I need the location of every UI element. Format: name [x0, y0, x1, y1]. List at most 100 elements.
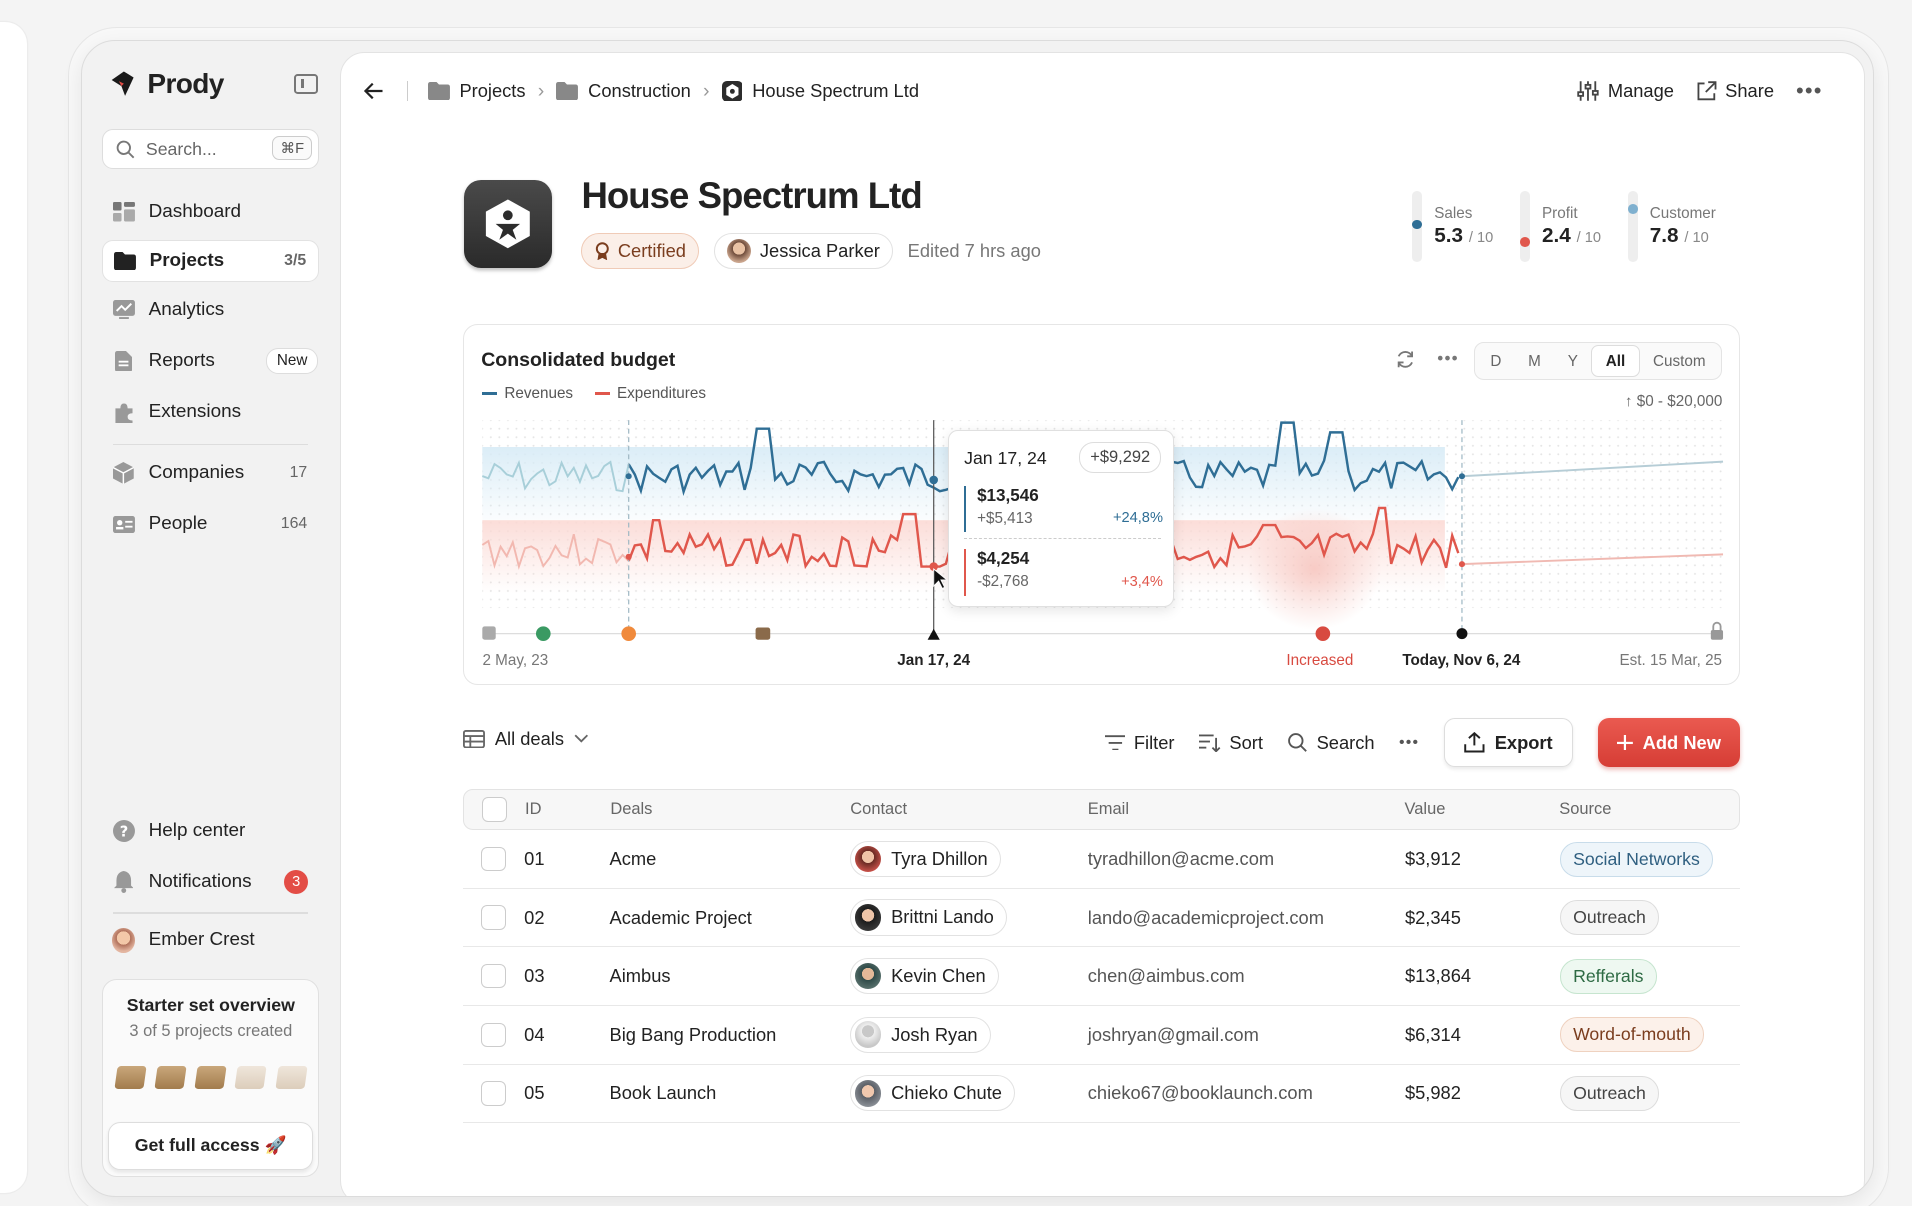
sidebar-item-people[interactable]: People 164 — [102, 504, 319, 545]
range-all[interactable]: All — [1591, 345, 1640, 377]
deal-name[interactable]: Acme — [610, 848, 850, 870]
owner-chip[interactable]: Jessica Parker — [713, 232, 894, 270]
metric-label: Customer — [1649, 204, 1716, 222]
deal-value: $5,982 — [1404, 1082, 1461, 1104]
metric-value: 5.3 / 10 — [1434, 224, 1494, 248]
column-header[interactable]: ID — [525, 800, 610, 819]
table-row[interactable]: 04 Big Bang Production Josh Ryan joshrya… — [463, 1006, 1741, 1065]
topbar-divider — [407, 81, 409, 101]
chart-more-icon[interactable]: ••• — [1437, 349, 1459, 370]
sidebar-item-reports[interactable]: Reports New — [102, 340, 319, 381]
contact-chip[interactable]: Kevin Chen — [849, 957, 999, 995]
get-full-access-button[interactable]: Get full access 🚀 — [108, 1121, 314, 1170]
row-checkbox[interactable] — [481, 846, 506, 872]
avatar — [854, 1079, 882, 1107]
range-d[interactable]: D — [1477, 346, 1515, 375]
avatar — [854, 845, 882, 873]
contact-email: lando@academicproject.com — [1087, 906, 1324, 928]
sidebar-item-label: Analytics — [148, 298, 225, 320]
sidebar-divider — [113, 912, 309, 914]
folder-filled-icon — [194, 1065, 228, 1089]
export-button[interactable]: Export — [1443, 718, 1574, 767]
share-button[interactable]: Share — [1696, 80, 1774, 102]
back-arrow-icon[interactable] — [363, 80, 385, 102]
sidebar-item-analytics[interactable]: Analytics — [102, 289, 319, 330]
chevron-right-icon: › — [537, 79, 545, 102]
breadcrumb-projects[interactable]: Projects — [427, 80, 526, 102]
more-options-icon[interactable]: ••• — [1796, 78, 1823, 104]
search-icon — [1288, 733, 1308, 752]
revenue-point — [1459, 473, 1466, 480]
sidebar-item-companies[interactable]: Companies 17 — [102, 452, 319, 493]
breadcrumb-label: Projects — [459, 80, 526, 102]
legend-expenditures[interactable]: Expenditures — [595, 385, 706, 402]
source-badge: Social Networks — [1559, 841, 1714, 877]
column-header[interactable]: Source — [1559, 800, 1739, 819]
row-checkbox[interactable] — [481, 1081, 506, 1106]
search-input[interactable]: Search... ⌘F — [102, 129, 320, 170]
breadcrumb-construction[interactable]: Construction — [556, 80, 691, 102]
column-header[interactable]: Value — [1405, 800, 1560, 819]
app-logo[interactable]: Prody — [108, 68, 224, 100]
deal-name[interactable]: Book Launch — [610, 1082, 850, 1104]
search-button[interactable]: Search — [1287, 732, 1375, 754]
sidebar-item-notifications[interactable]: Notifications 3 — [102, 861, 319, 902]
revenue-point — [625, 473, 632, 480]
metric-level-dot — [1412, 219, 1423, 230]
rocket-milestone-icon — [621, 626, 637, 642]
search-icon — [117, 140, 135, 159]
refresh-icon[interactable] — [1395, 349, 1416, 370]
filter-button[interactable]: Filter — [1104, 732, 1175, 754]
contact-chip[interactable]: Tyra Dhillon — [849, 840, 1001, 878]
user-profile[interactable]: Ember Crest — [102, 920, 319, 961]
sidebar-item-dashboard[interactable]: Dashboard — [102, 191, 319, 232]
contact-chip[interactable]: Chieko Chute — [849, 1075, 1016, 1112]
company-logo-icon — [721, 80, 743, 102]
sidebar-item-projects[interactable]: Projects 3/5 — [102, 240, 320, 282]
row-checkbox[interactable] — [481, 905, 506, 930]
table-row[interactable]: 01 Acme Tyra Dhillon tyradhillon@acme.co… — [463, 830, 1741, 889]
project-folders — [103, 1065, 318, 1089]
column-header[interactable]: Contact — [850, 800, 1088, 819]
range-custom[interactable]: Custom — [1640, 346, 1719, 375]
id-card-icon — [112, 513, 135, 536]
legend-revenues[interactable]: Revenues — [482, 385, 573, 402]
app-window: Prody Search... ⌘F Dashboard Projects 3/… — [80, 40, 1874, 1197]
view-selector[interactable]: All deals — [463, 728, 588, 750]
x-label-increased: Increased — [1286, 652, 1354, 669]
manage-button[interactable]: Manage — [1577, 80, 1674, 102]
sort-button[interactable]: Sort — [1198, 732, 1263, 754]
select-all-checkbox[interactable] — [482, 797, 507, 822]
column-header[interactable]: Deals — [610, 800, 850, 819]
range-m[interactable]: M — [1515, 346, 1555, 375]
prody-logo-icon — [112, 71, 134, 97]
range-y[interactable]: Y — [1554, 346, 1591, 375]
tooltip-date: Jan 17, 24 — [964, 448, 1047, 469]
sidebar-item-help[interactable]: ? Help center — [102, 810, 319, 851]
manage-label: Manage — [1607, 80, 1674, 102]
deal-name[interactable]: Big Bang Production — [610, 1024, 850, 1046]
more-options-icon[interactable]: ••• — [1399, 734, 1419, 752]
notifications-label: Notifications — [148, 870, 252, 892]
table-header: ID Deals Contact Email Value Source — [463, 788, 1741, 831]
deal-name[interactable]: Academic Project — [610, 907, 850, 929]
column-header[interactable]: Email — [1088, 800, 1405, 819]
starter-set-card: Starter set overview 3 of 5 projects cre… — [102, 979, 320, 1178]
table-row[interactable]: 02 Academic Project Brittni Lando lando@… — [463, 889, 1741, 948]
people-count: 164 — [280, 515, 308, 533]
help-label: Help center — [148, 819, 246, 841]
collapse-sidebar-icon[interactable] — [293, 74, 319, 94]
table-row[interactable]: 05 Book Launch Chieko Chute chieko67@boo… — [463, 1065, 1741, 1124]
today-marker-icon — [1456, 628, 1468, 640]
add-new-button[interactable]: Add New — [1597, 718, 1741, 767]
deal-name[interactable]: Aimbus — [610, 965, 850, 987]
row-checkbox[interactable] — [481, 1022, 506, 1047]
contact-chip[interactable]: Brittni Lando — [849, 899, 1008, 936]
contact-chip[interactable]: Josh Ryan — [849, 1016, 991, 1053]
metric-value: 2.4 / 10 — [1542, 224, 1601, 248]
contact-name: Chieko Chute — [891, 1082, 1002, 1104]
table-row[interactable]: 03 Aimbus Kevin Chen chen@aimbus.com $13… — [463, 947, 1741, 1006]
row-checkbox[interactable] — [481, 964, 506, 989]
avatar — [854, 1021, 882, 1048]
sidebar-item-extensions[interactable]: Extensions — [102, 391, 319, 432]
